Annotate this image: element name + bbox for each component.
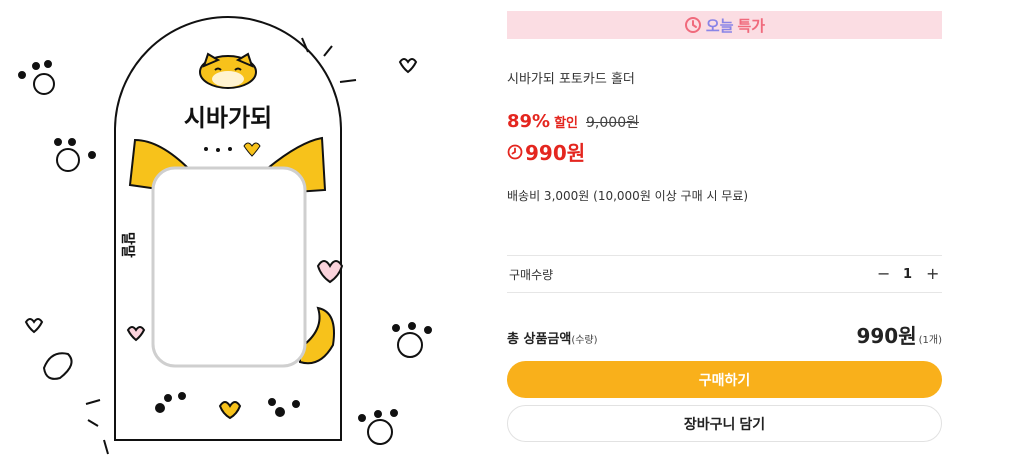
product-image: 시바가되 말말 bbox=[0, 0, 470, 464]
original-price: 9,000원 bbox=[586, 115, 639, 131]
discount-rate: 89% bbox=[507, 111, 551, 132]
total-count: (1개) bbox=[918, 335, 942, 346]
total-label: 총 상품금액(수량) bbox=[507, 328, 598, 347]
total-amount-group: 990원 (1개) bbox=[856, 320, 942, 349]
total-row: 총 상품금액(수량) 990원 (1개) bbox=[507, 320, 942, 349]
svg-text:말말: 말말 bbox=[119, 232, 135, 258]
total-amount: 990원 bbox=[856, 324, 917, 348]
photocard-holder-illustration: 시바가되 말말 bbox=[18, 16, 432, 455]
price-row: 89% 할인 9,000원 bbox=[507, 111, 639, 132]
sale-price: 990원 bbox=[525, 141, 586, 165]
total-label-sub: (수량) bbox=[571, 335, 598, 346]
svg-text:시바가되: 시바가되 bbox=[184, 104, 272, 132]
shiba-face-icon bbox=[199, 52, 257, 89]
quantity-plus-button[interactable]: + bbox=[926, 266, 939, 282]
sale-price-row: 990원 bbox=[507, 137, 585, 166]
quantity-stepper: − 1 + bbox=[877, 266, 942, 282]
clock-icon bbox=[507, 144, 523, 159]
product-name: 시바가되 포토카드 홀더 bbox=[507, 72, 635, 87]
total-label-text: 총 상품금액 bbox=[507, 332, 572, 347]
quantity-value: 1 bbox=[902, 266, 912, 282]
today-deal-banner: 오늘 특가 bbox=[507, 11, 942, 39]
quantity-minus-button[interactable]: − bbox=[877, 266, 890, 282]
discount-label: 할인 bbox=[554, 116, 579, 131]
buy-button[interactable]: 구매하기 bbox=[507, 361, 942, 398]
divider bbox=[507, 292, 942, 293]
product-info-panel: 오늘 특가 시바가되 포토카드 홀더 89% 할인 9,000원 990원 배송비… bbox=[507, 0, 942, 464]
clock-icon bbox=[684, 17, 701, 33]
deal-special-label: 특가 bbox=[737, 16, 766, 35]
deal-today-label: 오늘 bbox=[705, 16, 734, 35]
quantity-label: 구매수량 bbox=[509, 267, 554, 282]
shipping-info: 배송비 3,000원 (10,000원 이상 구매 시 무료) bbox=[507, 189, 749, 203]
quantity-row: 구매수량 − 1 + bbox=[507, 256, 942, 292]
add-to-cart-button[interactable]: 장바구니 담기 bbox=[507, 405, 942, 442]
